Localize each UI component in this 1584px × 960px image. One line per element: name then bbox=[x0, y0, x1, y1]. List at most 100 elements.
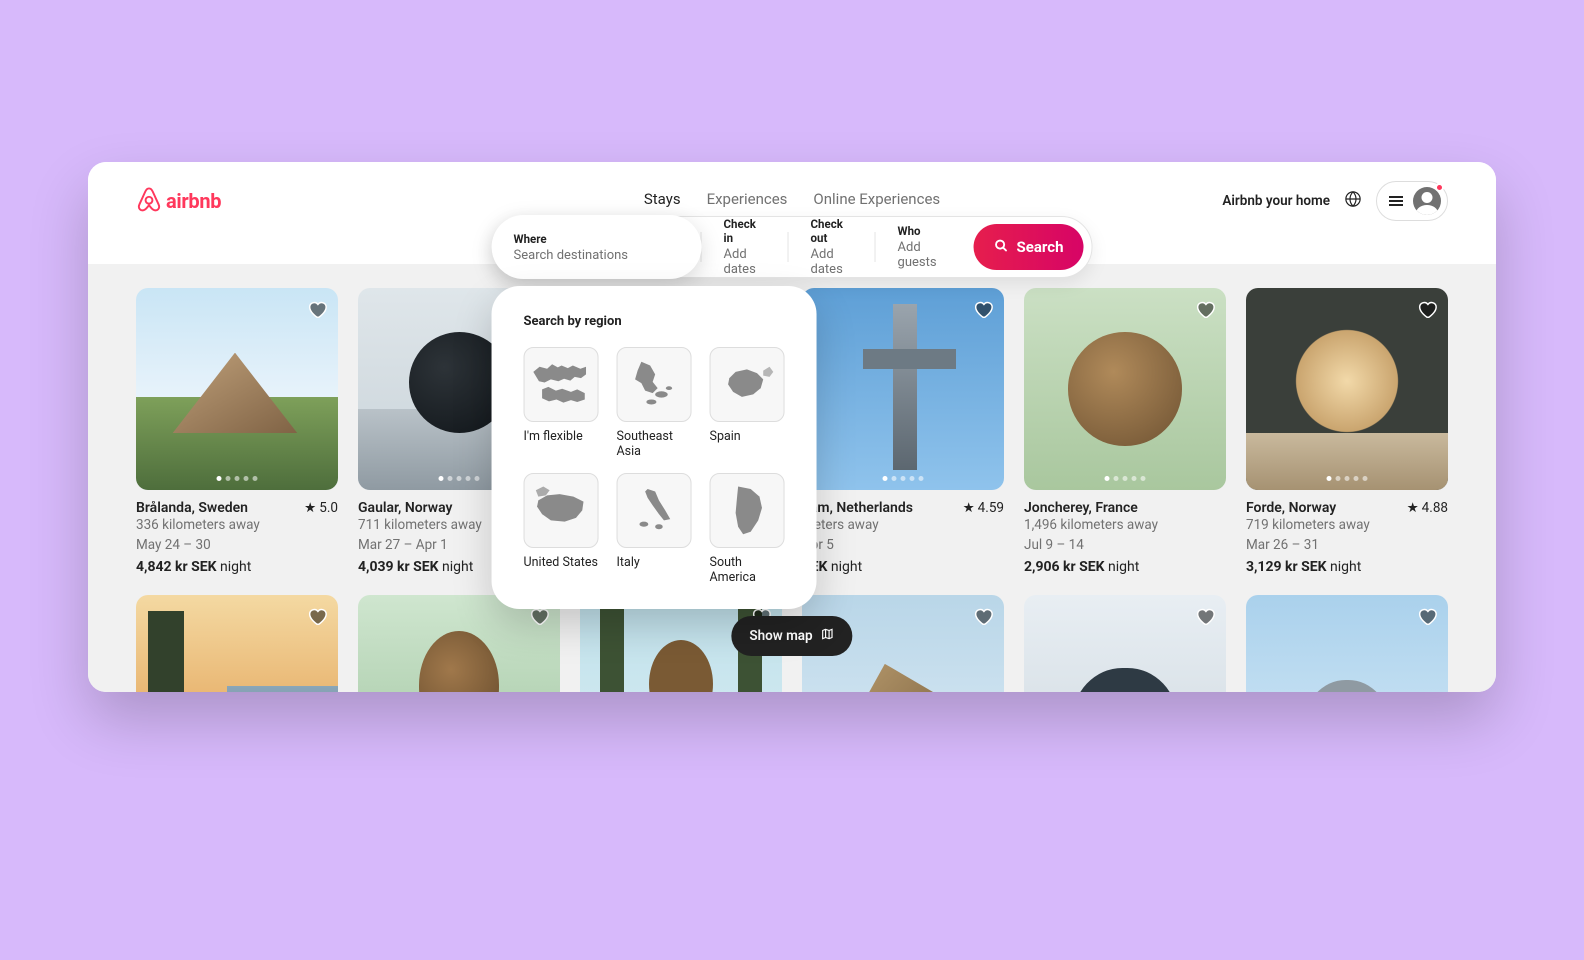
carousel-dots bbox=[1327, 476, 1368, 481]
logo-text: airbnb bbox=[166, 189, 221, 213]
region-label: Italy bbox=[617, 555, 692, 570]
listing-dates: Jul 9 – 14 bbox=[1024, 536, 1226, 556]
region-label: South America bbox=[710, 555, 785, 585]
heart-icon[interactable] bbox=[306, 605, 328, 631]
heart-icon[interactable] bbox=[1194, 298, 1216, 324]
listing-card[interactable]: Brålanda, Sweden★ 5.0 336 kilometers awa… bbox=[136, 288, 338, 575]
search-destinations-input[interactable] bbox=[514, 248, 680, 263]
listing-image bbox=[1024, 595, 1226, 692]
listing-distance: 336 kilometers away bbox=[136, 516, 338, 536]
listing-price: 4,842 kr SEK night bbox=[136, 559, 338, 575]
checkin-label: Check in bbox=[724, 217, 766, 245]
listing-card[interactable]: Joncherey, France 1,496 kilometers away … bbox=[1024, 288, 1226, 575]
listing-price: SEK night bbox=[802, 559, 1004, 575]
listing-price: 3,129 kr SEK night bbox=[1246, 559, 1448, 575]
listing-location: dam, Netherlands bbox=[802, 500, 913, 516]
map-usa-icon bbox=[524, 473, 599, 548]
listing-card[interactable] bbox=[136, 595, 338, 692]
map-south-america-icon bbox=[710, 473, 785, 548]
region-popup-title: Search by region bbox=[524, 314, 785, 329]
listing-image bbox=[1246, 595, 1448, 692]
region-spain[interactable]: Spain bbox=[710, 347, 785, 459]
search-bar-wrap: Where Check in Add dates Check out Add d… bbox=[492, 216, 1093, 278]
listing-card[interactable]: Forde, Norway★ 4.88 719 kilometers away … bbox=[1246, 288, 1448, 575]
airbnb-logo-icon bbox=[136, 185, 162, 218]
heart-icon[interactable] bbox=[528, 605, 550, 631]
search-where[interactable]: Where bbox=[492, 215, 702, 279]
search-button-label: Search bbox=[1017, 238, 1064, 256]
show-map-label: Show map bbox=[749, 628, 812, 644]
checkin-value: Add dates bbox=[724, 247, 766, 277]
listing-image bbox=[136, 595, 338, 692]
listing-location: Joncherey, France bbox=[1024, 500, 1138, 516]
listing-rating: ★ 4.59 bbox=[963, 500, 1004, 516]
show-map-button[interactable]: Show map bbox=[731, 616, 852, 656]
account-menu-button[interactable] bbox=[1376, 181, 1448, 221]
listing-card[interactable] bbox=[358, 595, 560, 692]
search-bar: Where Check in Add dates Check out Add d… bbox=[492, 216, 1093, 278]
region-grid: I'm flexible Southeast Asia Spain United… bbox=[524, 347, 785, 585]
region-united-states[interactable]: United States bbox=[524, 473, 599, 585]
menu-icon bbox=[1389, 196, 1403, 206]
airbnb-your-home-link[interactable]: Airbnb your home bbox=[1222, 193, 1330, 209]
map-world-icon bbox=[524, 347, 599, 422]
listing-card[interactable] bbox=[1024, 595, 1226, 692]
map-icon bbox=[821, 627, 835, 645]
listing-dates: Apr 5 bbox=[802, 536, 1004, 556]
carousel-dots bbox=[1105, 476, 1146, 481]
listing-image bbox=[802, 288, 1004, 490]
search-who[interactable]: Who Add guests bbox=[876, 217, 974, 277]
tab-experiences[interactable]: Experiences bbox=[707, 182, 788, 220]
who-label: Who bbox=[898, 224, 952, 238]
notification-badge bbox=[1435, 183, 1444, 192]
carousel-dots bbox=[883, 476, 924, 481]
heart-icon[interactable] bbox=[1194, 605, 1216, 631]
listing-rating: ★ 5.0 bbox=[304, 500, 338, 516]
carousel-dots bbox=[217, 476, 258, 481]
heart-icon[interactable] bbox=[306, 298, 328, 324]
listing-rating: ★ 4.88 bbox=[1407, 500, 1448, 516]
app-frame: airbnb Stays Experiences Online Experien… bbox=[88, 162, 1496, 692]
heart-icon[interactable] bbox=[972, 605, 994, 631]
listing-image bbox=[358, 595, 560, 692]
listing-image bbox=[1024, 288, 1226, 490]
checkout-value: Add dates bbox=[811, 247, 853, 277]
region-flexible[interactable]: I'm flexible bbox=[524, 347, 599, 459]
listing-distance: 719 kilometers away bbox=[1246, 516, 1448, 536]
heart-icon[interactable] bbox=[1416, 605, 1438, 631]
listing-image bbox=[136, 288, 338, 490]
region-southeast-asia[interactable]: Southeast Asia bbox=[617, 347, 692, 459]
region-label: I'm flexible bbox=[524, 429, 599, 444]
map-southeast-asia-icon bbox=[617, 347, 692, 422]
region-south-america[interactable]: South America bbox=[710, 473, 785, 585]
search-checkin[interactable]: Check in Add dates bbox=[702, 217, 788, 277]
listing-location: Gaular, Norway bbox=[358, 500, 453, 516]
carousel-dots bbox=[439, 476, 480, 481]
region-label: Southeast Asia bbox=[617, 429, 692, 459]
listing-dates: Mar 26 – 31 bbox=[1246, 536, 1448, 556]
listing-distance: 1,496 kilometers away bbox=[1024, 516, 1226, 536]
tab-online-experiences[interactable]: Online Experiences bbox=[813, 182, 940, 220]
globe-icon[interactable] bbox=[1344, 190, 1362, 212]
nav-tabs: Stays Experiences Online Experiences bbox=[644, 182, 940, 220]
region-italy[interactable]: Italy bbox=[617, 473, 692, 585]
search-checkout[interactable]: Check out Add dates bbox=[789, 217, 875, 277]
map-italy-icon bbox=[617, 473, 692, 548]
listing-card[interactable]: dam, Netherlands ★ 4.59 meters away Apr 5… bbox=[802, 288, 1004, 575]
region-popup: Search by region I'm flexible Southeast … bbox=[492, 286, 817, 609]
listing-card[interactable] bbox=[1246, 595, 1448, 692]
search-button[interactable]: Search bbox=[974, 224, 1084, 270]
heart-icon[interactable] bbox=[972, 298, 994, 324]
who-value: Add guests bbox=[898, 240, 952, 270]
region-label: Spain bbox=[710, 429, 785, 444]
listing-image bbox=[1246, 288, 1448, 490]
search-icon bbox=[994, 238, 1009, 257]
region-label: United States bbox=[524, 555, 599, 570]
logo[interactable]: airbnb bbox=[136, 185, 221, 218]
listing-price: 2,906 kr SEK night bbox=[1024, 559, 1226, 575]
where-label: Where bbox=[514, 232, 680, 246]
header-right: Airbnb your home bbox=[1222, 181, 1448, 221]
heart-icon[interactable] bbox=[1416, 298, 1438, 324]
listing-distance: meters away bbox=[802, 516, 1004, 536]
listing-location: Forde, Norway bbox=[1246, 500, 1336, 516]
